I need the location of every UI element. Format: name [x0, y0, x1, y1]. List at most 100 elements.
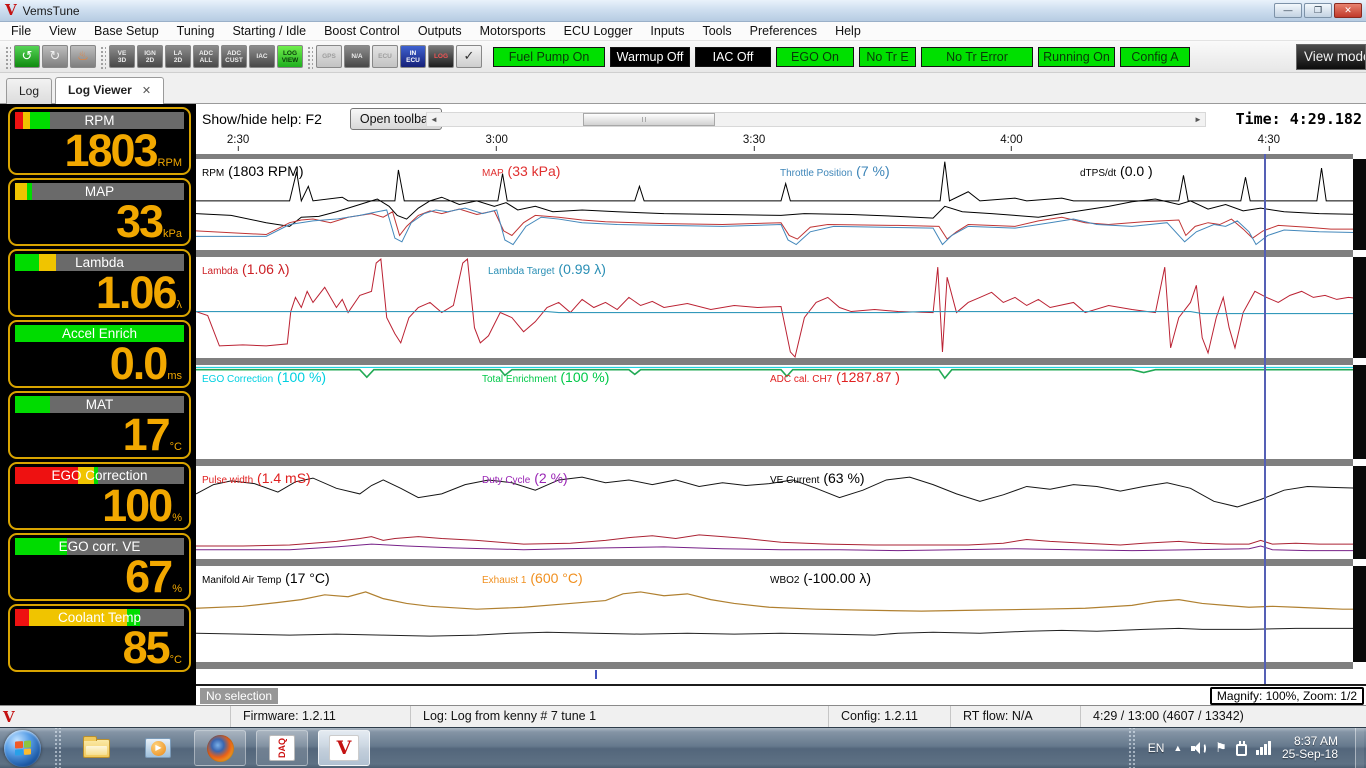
indicator-no-tr-error[interactable]: No Tr Error — [921, 46, 1033, 67]
menu-item-boost-control[interactable]: Boost Control — [315, 22, 409, 41]
gauge-ego-corr-ve[interactable]: EGO corr. VE 67% — [8, 533, 191, 601]
minimize-button[interactable]: — — [1274, 3, 1302, 18]
scroll-left-icon[interactable]: ◄ — [427, 113, 441, 126]
chart-plot-area[interactable]: RPM (1803 RPM) MAP (33 kPa) Throttle Posit… — [196, 154, 1366, 684]
gauge-number: 33 — [115, 196, 164, 246]
gauge-ego-correction[interactable]: EGO Correction 100% — [8, 462, 191, 530]
indicator-config-a[interactable]: Config A — [1120, 46, 1190, 67]
language-indicator[interactable]: EN — [1148, 741, 1165, 755]
menu-item-view[interactable]: View — [40, 22, 85, 41]
time-tick-label: 4:30 — [1257, 134, 1281, 146]
chart-row-1[interactable]: RPM (1803 RPM) MAP (33 kPa) Throttle Posit… — [196, 159, 1366, 250]
indicator-iac-off[interactable]: IAC Off — [695, 46, 771, 67]
chart-row-4[interactable]: Pulse width (1.4 mS) Duty Cycle (2 %) VE C… — [196, 466, 1366, 559]
show-desktop-button[interactable] — [1355, 727, 1364, 768]
hidden-icons-chevron-icon[interactable]: ▲ — [1173, 743, 1182, 753]
taskbar-app-idaq[interactable]: DAQ — [256, 730, 308, 766]
power-plug-icon[interactable] — [1235, 740, 1247, 756]
gauge-rpm[interactable]: RPM 1803 RPM — [8, 107, 191, 175]
taskbar-app-firefox[interactable] — [194, 730, 246, 766]
menu-item-preferences[interactable]: Preferences — [741, 22, 826, 41]
gauge-map[interactable]: MAP 33 kPa — [8, 178, 191, 246]
ign-2d-icon[interactable]: IGN 2D — [137, 45, 163, 68]
windows-taskbar: ▶ DAQ V EN ▲ ⚑ 8:37 AM 25-Sep-18 — [0, 727, 1366, 768]
indicator-ego-on[interactable]: EGO On — [776, 46, 854, 67]
menu-item-ecu-logger[interactable]: ECU Logger — [555, 22, 642, 41]
tab-log-viewer[interactable]: Log Viewer ✕ — [55, 77, 165, 104]
toolbar-grip[interactable] — [306, 44, 313, 69]
gauge-mat[interactable]: MAT 17 °C — [8, 391, 191, 459]
gauge-unit: °C — [169, 654, 182, 666]
adc-cust-icon[interactable]: ADC CUST — [221, 45, 247, 68]
gauge-number: 1803 — [64, 125, 158, 175]
check-icon[interactable]: ✓ — [456, 45, 482, 68]
signal-label-wbo2: WBO2 (-100.00 λ) — [770, 570, 871, 588]
menu-item-tuning[interactable]: Tuning — [168, 22, 224, 41]
gauge-accel-enrich[interactable]: Accel Enrich 0.0 ms — [8, 320, 191, 388]
adc-all-icon[interactable]: ADC ALL — [193, 45, 219, 68]
menu-item-base-setup[interactable]: Base Setup — [85, 22, 168, 41]
burn-icon[interactable]: ♨ — [70, 45, 96, 68]
toolbar-icon-groups: ↺ ↻ ♨ VE 3D IGN 2D LA 2D ADC ALL ADC CUST IAC LOG VIEW G… — [2, 44, 483, 69]
la-2d-icon[interactable]: LA 2D — [165, 45, 191, 68]
refresh-disabled-icon[interactable]: ↻ — [42, 45, 68, 68]
taskbar-app-explorer[interactable] — [70, 730, 122, 766]
maximize-button[interactable]: ❐ — [1304, 3, 1332, 18]
row-separator — [196, 358, 1366, 365]
gauge-lambda[interactable]: Lambda 1.06 λ — [8, 249, 191, 317]
menu-item-inputs[interactable]: Inputs — [641, 22, 693, 41]
signal-label-rpm: RPM (1803 RPM) — [202, 163, 304, 181]
cursor-time-readout: Time: 4:29.182 — [1235, 110, 1362, 128]
chart-row-3[interactable]: EGO Correction (100 %) Total Enrichment (… — [196, 365, 1366, 459]
horizontal-scrollbar[interactable]: ◄ ► — [426, 112, 1206, 127]
action-center-flag-icon[interactable]: ⚑ — [1215, 742, 1227, 755]
ve-3d-icon[interactable]: VE 3D — [109, 45, 135, 68]
chart-row-2[interactable]: Lambda (1.06 λ) Lambda Target (0.99 λ) — [196, 257, 1366, 358]
title-bar[interactable]: V VemsTune — ❐ ✕ — [0, 0, 1366, 22]
indicator-warmup-off[interactable]: Warmup Off — [610, 46, 690, 67]
menu-item-help[interactable]: Help — [826, 22, 870, 41]
signal-value: (33 kPa) — [503, 163, 561, 179]
scrollbar-thumb[interactable] — [582, 113, 715, 126]
gps-icon[interactable]: GPS — [316, 45, 342, 68]
clock[interactable]: 8:37 AM 25-Sep-18 — [1282, 734, 1338, 762]
start-button[interactable] — [4, 729, 41, 767]
network-signal-icon[interactable] — [1255, 741, 1271, 755]
tab-close-icon[interactable]: ✕ — [142, 85, 151, 97]
menu-item-file[interactable]: File — [2, 22, 40, 41]
flag-pane — [14, 741, 22, 749]
log-view-icon[interactable]: LOG VIEW — [277, 45, 303, 68]
time-cursor[interactable] — [1264, 154, 1267, 684]
scroll-right-icon[interactable]: ► — [1191, 113, 1205, 126]
time-tick-4-30: 4:30 — [1258, 134, 1280, 151]
gauge-header: MAP — [15, 183, 184, 200]
lambda-trace — [196, 259, 1366, 357]
na-icon[interactable]: N/A — [344, 45, 370, 68]
indicator-fuel-pump-on[interactable]: Fuel Pump On — [493, 46, 605, 67]
toolbar-grip[interactable] — [4, 44, 11, 69]
signal-label-ego-correction: EGO Correction (100 %) — [202, 369, 326, 387]
gauge-number: 1.06 — [95, 267, 178, 317]
gauge-coolant-temp[interactable]: Coolant Temp 85 °C — [8, 604, 191, 672]
toolbar-grip[interactable] — [99, 44, 106, 69]
view-mode-button[interactable]: View mode — [1296, 43, 1366, 70]
tab-log[interactable]: Log — [6, 78, 53, 104]
menu-item-tools[interactable]: Tools — [693, 22, 740, 41]
indicator-no-tr-e[interactable]: No Tr E — [859, 46, 916, 67]
menu-item-outputs[interactable]: Outputs — [409, 22, 471, 41]
taskbar-app-media-player[interactable]: ▶ — [132, 730, 184, 766]
time-axis[interactable]: 2:30 3:00 3:30 4:00 4:30 — [196, 134, 1366, 154]
menu-item-motorsports[interactable]: Motorsports — [471, 22, 555, 41]
ecu-icon[interactable]: ECU — [372, 45, 398, 68]
iac-icon[interactable]: IAC — [249, 45, 275, 68]
menu-item-starting-idle[interactable]: Starting / Idle — [223, 22, 315, 41]
in-ecu-icon[interactable]: IN ECU — [400, 45, 426, 68]
log-icon[interactable]: LOG — [428, 45, 454, 68]
close-button[interactable]: ✕ — [1334, 3, 1362, 18]
indicator-running-on[interactable]: Running On — [1038, 46, 1115, 67]
taskbar-app-vemstune[interactable]: V — [318, 730, 370, 766]
status-log-file: Log: Log from kenny # 7 tune 1 — [410, 706, 828, 727]
volume-icon[interactable] — [1191, 741, 1207, 755]
refresh-icon[interactable]: ↺ — [14, 45, 40, 68]
chart-row-5[interactable]: Manifold Air Temp (17 °C) Exhaust 1 (600 … — [196, 566, 1366, 662]
